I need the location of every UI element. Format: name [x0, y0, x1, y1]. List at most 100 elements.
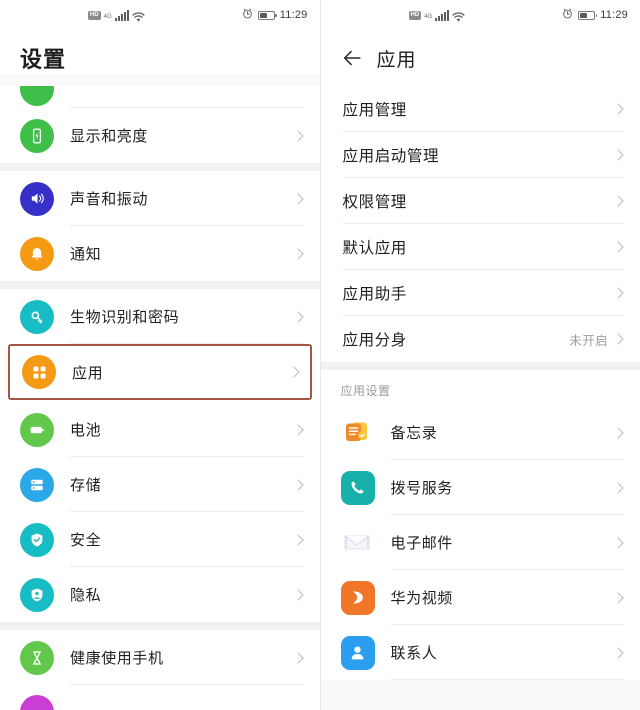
list-item-app-launch-management[interactable]: 应用启动管理: [320, 132, 640, 178]
list-item-label: 备忘录: [390, 425, 438, 442]
notification-bell-icon: [20, 236, 54, 271]
list-item-huawei-video[interactable]: 华为视频: [320, 570, 640, 625]
list-item-label: 电子邮件: [390, 535, 453, 552]
list-item-label: 权限管理: [342, 194, 407, 211]
list-item-app-management[interactable]: 应用管理: [320, 86, 640, 132]
chevron-right-icon: [291, 423, 304, 436]
status-bar-right: HD 4G 11:29: [320, 0, 640, 30]
status-bar-left: HD 4G 11:29: [0, 0, 320, 30]
apps-screen: HD 4G 11:29 应用 应用管理 应用启动管理 权限管理 默认应用 应用助…: [320, 0, 640, 710]
sidebar-item-sound-vibration[interactable]: 声音和振动: [0, 171, 320, 226]
chevron-right-icon: [612, 426, 624, 439]
settings-group-system: 生物识别和密码 应用 电池 存储 安全 隐私: [0, 289, 320, 622]
sidebar-item-label: 安全: [70, 532, 102, 549]
chevron-right-icon: [612, 103, 624, 115]
list-item-label: 默认应用: [342, 240, 407, 257]
chevron-right-icon: [612, 591, 624, 604]
list-item-label: 联系人: [390, 645, 438, 662]
privacy-shield-icon: [20, 577, 54, 612]
list-item-label: 应用助手: [342, 286, 407, 303]
settings-group-wellbeing: 健康使用手机: [0, 630, 320, 710]
list-item-email[interactable]: 电子邮件: [320, 515, 640, 570]
sidebar-item-label: 生物识别和密码: [70, 309, 180, 326]
app-settings-group: 应用设置 备忘录 拨号服务 电子邮件 华为视频 联系人: [320, 370, 640, 680]
biometrics-key-icon: [20, 299, 54, 334]
sidebar-item-apps[interactable]: 应用: [8, 344, 312, 400]
hd-icon: HD: [88, 10, 101, 20]
chevron-right-icon: [612, 195, 624, 207]
sidebar-item-notifications[interactable]: 通知: [0, 226, 320, 281]
status-bar-right-icons: 11:29: [242, 0, 308, 30]
sidebar-item-biometrics-password[interactable]: 生物识别和密码: [0, 289, 320, 344]
list-item-notes[interactable]: 备忘录: [320, 405, 640, 460]
list-item-label: 华为视频: [390, 590, 453, 607]
list-item-app-twin[interactable]: 应用分身 未开启: [320, 316, 640, 362]
apps-grid-icon: [22, 355, 56, 389]
list-item-default-apps[interactable]: 默认应用: [320, 224, 640, 270]
dual-screenshot-container: HD 4G 11:29 设置 显示和亮度 声音和振动 通知 生物识别和密码 应用…: [0, 0, 640, 710]
group-separator: [0, 281, 320, 289]
alarm-clock-icon: [242, 6, 253, 24]
sidebar-item-label: 显示和亮度: [70, 128, 149, 145]
chevron-right-icon: [612, 287, 624, 299]
nav-header: 应用: [320, 30, 640, 86]
network-type-label: 4G: [103, 14, 112, 20]
apps-settings-group: 应用管理 应用启动管理 权限管理 默认应用 应用助手 应用分身 未开启: [320, 86, 640, 362]
wifi-icon: [132, 10, 145, 22]
page-title: 应用: [376, 49, 417, 71]
huawei-video-icon: [340, 580, 375, 615]
chevron-right-icon: [612, 333, 624, 345]
security-shield-icon: [20, 522, 54, 557]
signal-bars-icon: [114, 9, 129, 21]
email-envelope-icon: [341, 526, 375, 560]
chevron-right-icon: [291, 533, 304, 546]
chevron-right-icon: [612, 536, 624, 549]
sidebar-item-privacy[interactable]: 隐私: [0, 567, 320, 622]
chevron-right-icon: [291, 651, 304, 664]
sound-vibration-icon: [20, 181, 54, 216]
chevron-right-icon: [291, 192, 304, 205]
network-type-label: 4G: [424, 14, 433, 20]
list-item-dialer[interactable]: 拨号服务: [320, 460, 640, 515]
group-separator: [0, 163, 320, 171]
back-arrow-icon[interactable]: [341, 47, 363, 69]
list-item-permission-management[interactable]: 权限管理: [320, 178, 640, 224]
settings-screen: HD 4G 11:29 设置 显示和亮度 声音和振动 通知 生物识别和密码 应用…: [0, 0, 321, 710]
chevron-right-icon: [612, 481, 624, 494]
alarm-clock-icon: [562, 6, 573, 24]
wifi-icon: [452, 10, 465, 22]
list-item-app-assistant[interactable]: 应用助手: [320, 270, 640, 316]
sidebar-item-digital-balance[interactable]: 健康使用手机: [0, 630, 320, 685]
sidebar-item-battery[interactable]: 电池: [0, 402, 320, 457]
chevron-right-icon: [612, 149, 624, 161]
status-bar-left-icons: HD 4G: [88, 9, 145, 22]
chevron-right-icon: [288, 366, 300, 378]
chevron-right-icon: [612, 646, 624, 659]
partial-list-item-top: [0, 86, 320, 108]
hd-icon: HD: [408, 10, 422, 20]
section-header: 应用设置: [320, 370, 640, 405]
sidebar-item-display-brightness[interactable]: 显示和亮度: [0, 108, 320, 163]
list-item-label: 应用管理: [342, 102, 407, 119]
list-item-value: 未开启: [569, 333, 608, 348]
group-separator: [0, 622, 320, 630]
sidebar-item-label: 健康使用手机: [70, 650, 164, 667]
signal-bars-icon: [435, 9, 450, 21]
list-item-label: 拨号服务: [390, 480, 453, 497]
clock-time: 11:29: [600, 9, 628, 21]
list-item-contacts[interactable]: 联系人: [320, 625, 640, 680]
display-brightness-icon: [20, 118, 54, 153]
group-separator: [320, 362, 640, 370]
sidebar-item-label: 声音和振动: [70, 191, 149, 208]
sidebar-item-label: 存储: [70, 477, 102, 494]
settings-group-sound: 声音和振动 通知: [0, 171, 320, 281]
clock-time: 11:29: [279, 9, 308, 21]
settings-group-display: 显示和亮度: [0, 108, 320, 163]
status-bar-left-icons: HD 4G: [408, 9, 466, 22]
sidebar-item-storage[interactable]: 存储: [0, 457, 320, 512]
contacts-person-icon: [340, 635, 375, 670]
sidebar-item-security[interactable]: 安全: [0, 512, 320, 567]
sidebar-item-label: 隐私: [70, 587, 102, 604]
sidebar-item-label: 应用: [72, 364, 104, 382]
chevron-right-icon: [291, 478, 304, 491]
